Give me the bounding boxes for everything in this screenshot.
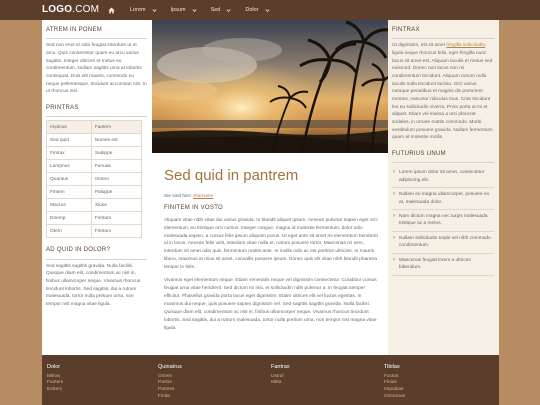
table-cell: Fintram	[90, 224, 143, 239]
footer-column-fantrax: Fantrax Ustral Mitta	[271, 363, 290, 387]
menu-item-ipsum[interactable]: Ipsum	[164, 0, 204, 20]
menu-item-lorem[interactable]: Lorem	[123, 0, 164, 20]
breadcrumb: Sie sind hier: Startseite	[164, 193, 378, 200]
list-item: Nullam sollicitudin turpis vel nibh comm…	[392, 232, 494, 254]
body-paragraph: Aliquam vitae nibh vitae dui varius grav…	[164, 217, 378, 271]
body-paragraph: Vivamus eget elementum neque. Etiam vene…	[164, 278, 377, 331]
menu-item-dolor[interactable]: Dolor	[238, 0, 276, 20]
table-cell: Octem	[90, 172, 143, 187]
section-subheading: FINITEM IN VOSTO	[164, 205, 224, 212]
list-item: Nullam eu magna ullamcorper, posuere ex …	[392, 188, 494, 211]
table-row: Impinus Fantem	[46, 120, 143, 135]
table-cell: Fintrax	[46, 146, 92, 161]
page-title: Sed quid in pantrem	[164, 167, 299, 184]
widget-title: FUTURIUS UNUM	[392, 150, 494, 164]
list-item: Maecenas feugiat lorem a ultrices bibend…	[392, 254, 494, 276]
fintrax-inline-link[interactable]: fringilla sollicitudin	[446, 43, 485, 48]
futurius-list: Lorem ipsum dolor sit amet, consectetur …	[392, 166, 494, 276]
table-cell: Sudippe	[90, 146, 143, 161]
table-cell: Macrus	[46, 198, 92, 213]
table-cell: Impinus	[46, 120, 92, 135]
widget-text: Sed sagittis sagittis gravida. Nulla fac…	[46, 263, 141, 307]
table-cell: Otem	[46, 224, 92, 239]
table-row: Sed quid Numes est	[46, 133, 143, 148]
table-cell: Doemp	[46, 211, 92, 226]
footer-link[interactable]: Extrem	[47, 387, 63, 394]
menu-item-label: Sed	[210, 6, 221, 13]
table-cell: Funuas	[90, 159, 143, 174]
footer-column-quinatrus: Quinatrus Octem Parlos Pantres Finita	[158, 363, 182, 401]
home-icon	[108, 7, 115, 13]
list-item: Nam dictum magna nec turpis malesuada tr…	[392, 210, 494, 232]
menu-home[interactable]	[100, 0, 123, 20]
table-row: Otem Fintram	[46, 224, 143, 239]
footer-column-dolor: Dolor Mitras Fantem Extrem	[47, 363, 63, 394]
widget-atrem: ATREM IN PONEM Sed non eros et odio feug…	[42, 20, 152, 98]
table-row: Quantus Octem	[46, 172, 143, 187]
chevron-down-icon	[264, 8, 270, 12]
table-row: Doemp Fintram	[46, 211, 143, 226]
footer-link[interactable]: Octrarnus	[384, 394, 405, 401]
printras-table: Impinus Fantem Sed quid Numes est Fintrax S…	[46, 120, 143, 239]
palm-beach-sunset-image	[152, 20, 388, 153]
table-row: Macrus Xiuos	[46, 198, 143, 213]
widget-futurius: FUTURIUS UNUM Lorem ipsum dolor sit amet…	[388, 144, 499, 278]
widget-text: Ut dignissim, elit sit amet fringilla so…	[392, 42, 494, 142]
table-row: Lampnus Funuas	[46, 159, 143, 174]
table-row: Fintrax Sudippe	[46, 146, 143, 161]
list-item: Lorem ipsum dolor sit amet, consectetur …	[392, 166, 494, 189]
widget-printras: PRINTRAS Impinus Fantem Sed quid Numes est…	[42, 98, 152, 240]
widget-text: Sed non eros et odio feugiat interdum ut…	[46, 43, 147, 95]
site-logo[interactable]: LOGO.COM	[42, 4, 99, 16]
breadcrumb-prefix: Sie sind hier:	[164, 194, 192, 199]
table-cell: Numes est	[90, 133, 143, 148]
menu-item-label: Ipsum	[170, 6, 186, 13]
breadcrumb-link-startseite[interactable]: Startseite	[193, 194, 213, 199]
chevron-down-icon	[192, 8, 197, 12]
table-row: Fintem Paluppe	[46, 185, 143, 200]
menu-item-label: Dolor	[245, 6, 259, 13]
menu-item-sed[interactable]: Sed	[204, 0, 239, 20]
widget-text-part: Ut dignissim, elit sit amet	[392, 43, 446, 49]
widget-title: ATREM IN PONEM	[46, 26, 147, 40]
site-footer: Dolor Mitras Fantem Extrem Quinatrus Oct…	[42, 355, 499, 405]
widget-dolor: AD QUID IN DOLOR? Sed sagittis sagittis …	[42, 240, 152, 310]
table-cell: Fintem	[46, 185, 92, 200]
chevron-down-icon	[152, 8, 157, 12]
table-cell: Sed quid	[46, 133, 92, 148]
table-cell: Lampnus	[46, 159, 92, 174]
table-cell: Fintram	[90, 211, 143, 226]
footer-column-title: Tibilas	[384, 364, 400, 370]
widget-title: AD QUID IN DOLOR?	[46, 246, 147, 260]
right-sidebar: FINTRAX Ut dignissim, elit sit amet frin…	[388, 20, 499, 355]
footer-column-title: Fantrax	[271, 364, 290, 370]
logo-main-text: LOGO	[42, 4, 73, 15]
table-cell: Fantem	[90, 120, 143, 135]
top-navigation-bar: LOGO.COM Lorem Ipsum Sed Dolor	[0, 0, 540, 20]
table-cell: Paluppe	[90, 185, 143, 200]
footer-link[interactable]: Mitta	[271, 380, 290, 387]
footer-column-title: Quinatrus	[158, 364, 182, 370]
menu-item-label: Lorem	[130, 6, 146, 13]
table-cell: Xiuos	[90, 198, 143, 213]
left-sidebar: ATREM IN PONEM Sed non eros et odio feug…	[42, 20, 152, 355]
footer-column-title: Dolor	[47, 364, 61, 370]
footer-link[interactable]: Finita	[158, 394, 182, 401]
chevron-down-icon	[226, 8, 231, 12]
widget-text-part: , ligula neque rhoncus felis, eget fring…	[392, 43, 493, 141]
widget-title: FINTRAX	[392, 26, 494, 40]
widget-fintrax: FINTRAX Ut dignissim, elit sit amet frin…	[388, 20, 499, 144]
footer-column-tibilas: Tibilas Fuctos Finias Impralias Octrarnu…	[384, 363, 405, 401]
main-content: Sed quid in pantrem Sie sind hier: Start…	[152, 20, 388, 355]
main-menu: Lorem Ipsum Sed Dolor	[100, 0, 277, 20]
table-cell: Quantus	[46, 172, 92, 187]
logo-suffix-text: .COM	[72, 4, 100, 15]
widget-title: PRINTRAS	[46, 104, 147, 118]
